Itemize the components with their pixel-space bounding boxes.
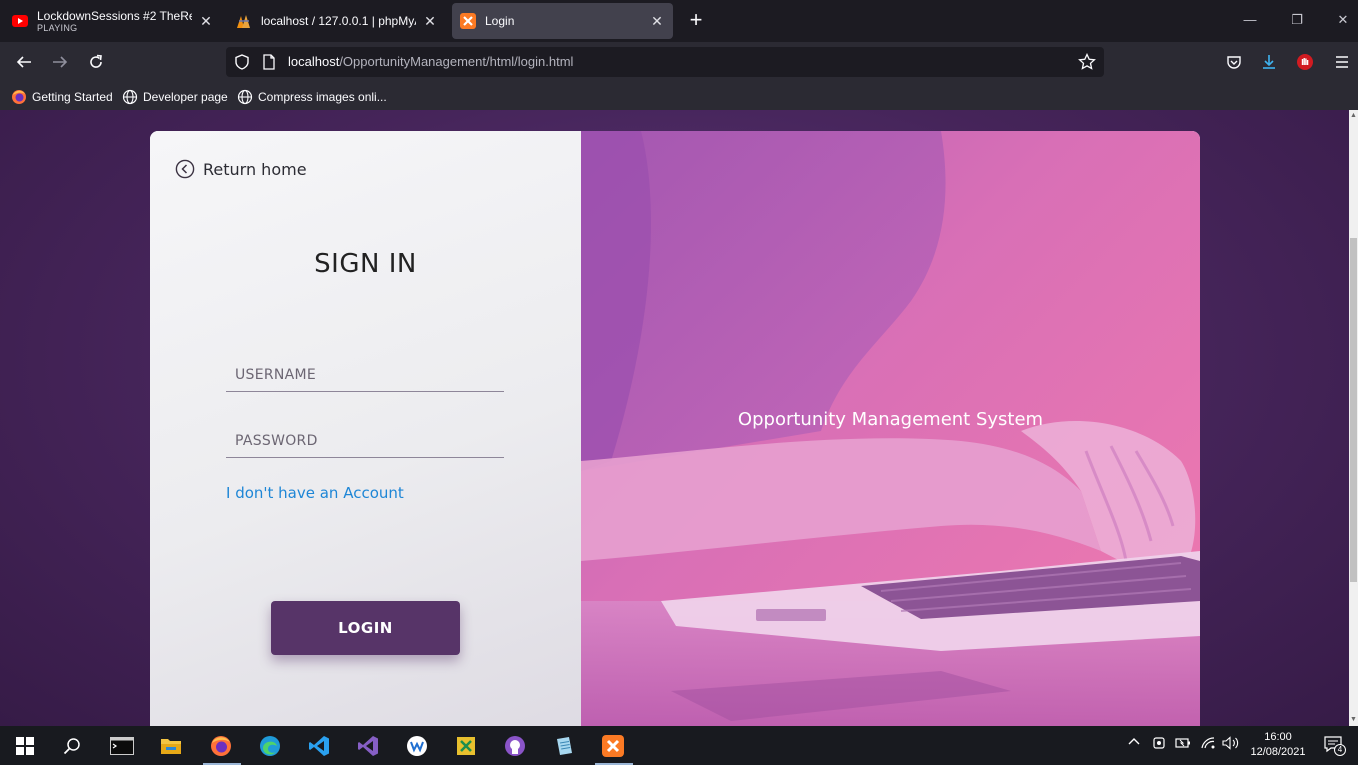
close-tab-icon[interactable]: ✕ — [422, 13, 438, 29]
excel-portable-icon[interactable] — [451, 731, 481, 761]
windows-start-icon[interactable] — [10, 731, 40, 761]
scrollbar-thumb[interactable] — [1350, 238, 1357, 582]
bookmark-developer-page[interactable]: Developer page — [122, 88, 228, 106]
pocket-icon[interactable] — [1222, 50, 1246, 74]
bookmark-label: Developer page — [143, 90, 228, 104]
reload-icon[interactable] — [84, 50, 108, 74]
visual-studio-icon[interactable] — [353, 731, 383, 761]
taskbar: 16:00 12/08/2021 4 — [0, 726, 1358, 765]
tab-title-block: LockdownSessions #2 TheReUp PLAYING — [37, 9, 192, 33]
shield-icon[interactable] — [234, 54, 250, 75]
register-link[interactable]: I don't have an Account — [226, 484, 404, 502]
close-tab-icon[interactable]: ✕ — [198, 13, 214, 29]
phpmyadmin-icon — [236, 13, 252, 29]
volume-icon[interactable] — [1222, 736, 1240, 753]
notification-center-icon[interactable]: 4 — [1323, 735, 1346, 758]
sign-in-panel: Return home SIGN IN I don't have an Acco… — [150, 131, 581, 726]
password-input[interactable] — [226, 424, 504, 458]
back-icon[interactable] — [12, 50, 36, 74]
username-input[interactable] — [226, 358, 504, 392]
return-home-label: Return home — [203, 159, 307, 179]
restore-icon[interactable]: ❐ — [1285, 8, 1309, 32]
hero-panel: Opportunity Management System — [581, 131, 1200, 726]
page-icon[interactable] — [262, 54, 276, 75]
url-host: localhost — [288, 54, 340, 69]
scroll-down-icon[interactable]: ▼ — [1350, 716, 1357, 724]
bookmark-star-icon[interactable] — [1078, 52, 1096, 76]
bookmark-compress-images[interactable]: Compress images onli... — [237, 88, 387, 106]
login-button[interactable]: LOGIN — [271, 601, 460, 655]
firefox-icon — [11, 89, 27, 105]
login-card: Return home SIGN IN I don't have an Acco… — [150, 131, 1200, 726]
close-window-icon[interactable]: ✕ — [1331, 8, 1355, 32]
edge-icon[interactable] — [255, 731, 285, 761]
file-explorer-icon[interactable] — [156, 731, 186, 761]
chevron-up-icon[interactable] — [1128, 736, 1140, 751]
wps-icon[interactable] — [402, 731, 432, 761]
bookmark-getting-started[interactable]: Getting Started — [11, 88, 113, 106]
firefox-icon[interactable] — [206, 731, 236, 761]
bookmarks-bar: Getting Started Developer page Compress … — [0, 82, 1358, 110]
scroll-up-icon[interactable]: ▲ — [1350, 112, 1357, 120]
tab-title: LockdownSessions #2 TheReUp — [37, 9, 192, 23]
return-home-link[interactable]: Return home — [175, 159, 307, 179]
sign-in-title: SIGN IN — [314, 249, 417, 279]
new-tab-button[interactable]: + — [684, 9, 708, 33]
tab-bar: LockdownSessions #2 TheReUp PLAYING ✕ lo… — [0, 0, 1358, 42]
tab-title: localhost / 127.0.0.1 | phpMyAd — [261, 14, 416, 28]
clock-date: 12/08/2021 — [1250, 746, 1306, 758]
page-viewport: Return home SIGN IN I don't have an Acco… — [0, 110, 1358, 726]
system-title: Opportunity Management System — [737, 409, 1044, 430]
system-clock[interactable]: 16:00 12/08/2021 — [1246, 730, 1310, 760]
tab-title: Login — [485, 14, 515, 28]
tab-login[interactable]: Login ✕ — [452, 3, 673, 39]
url-bar[interactable]: localhost/OpportunityManagement/html/log… — [226, 47, 1104, 77]
xampp-icon[interactable] — [598, 731, 628, 761]
minimize-icon[interactable]: — — [1238, 8, 1262, 32]
notepad-icon[interactable] — [549, 731, 579, 761]
chevron-left-circle-icon — [175, 159, 195, 179]
ublock-icon[interactable] — [1293, 50, 1317, 74]
tab-youtube[interactable]: LockdownSessions #2 TheReUp PLAYING ✕ — [4, 3, 222, 39]
downloads-icon[interactable] — [1257, 50, 1281, 74]
scrollbar[interactable]: ▲ ▼ — [1349, 110, 1358, 726]
tab-playing-label: PLAYING — [37, 23, 78, 33]
notification-badge: 4 — [1334, 744, 1346, 756]
tab-phpmyadmin[interactable]: localhost / 127.0.0.1 | phpMyAd ✕ — [228, 3, 446, 39]
device-icon[interactable] — [1152, 736, 1166, 753]
forward-icon[interactable] — [48, 50, 72, 74]
url-text[interactable]: localhost/OpportunityManagement/html/log… — [288, 54, 573, 69]
globe-icon — [122, 89, 138, 105]
bookmark-label: Compress images onli... — [258, 90, 387, 104]
search-icon[interactable] — [57, 731, 87, 761]
nav-bar: localhost/OpportunityManagement/html/log… — [0, 42, 1358, 82]
bookmark-label: Getting Started — [32, 90, 113, 104]
terminal-icon[interactable] — [107, 731, 137, 761]
globe-icon — [237, 89, 253, 105]
wifi-icon[interactable] — [1200, 736, 1216, 753]
close-tab-icon[interactable]: ✕ — [649, 13, 665, 29]
menu-icon[interactable] — [1330, 50, 1354, 74]
xampp-icon — [460, 13, 476, 29]
vscode-icon[interactable] — [304, 731, 334, 761]
youtube-icon — [12, 13, 28, 29]
github-desktop-icon[interactable] — [500, 731, 530, 761]
battery-icon[interactable] — [1175, 736, 1191, 753]
clock-time: 16:00 — [1264, 731, 1292, 743]
url-path: /OpportunityManagement/html/login.html — [339, 54, 574, 69]
